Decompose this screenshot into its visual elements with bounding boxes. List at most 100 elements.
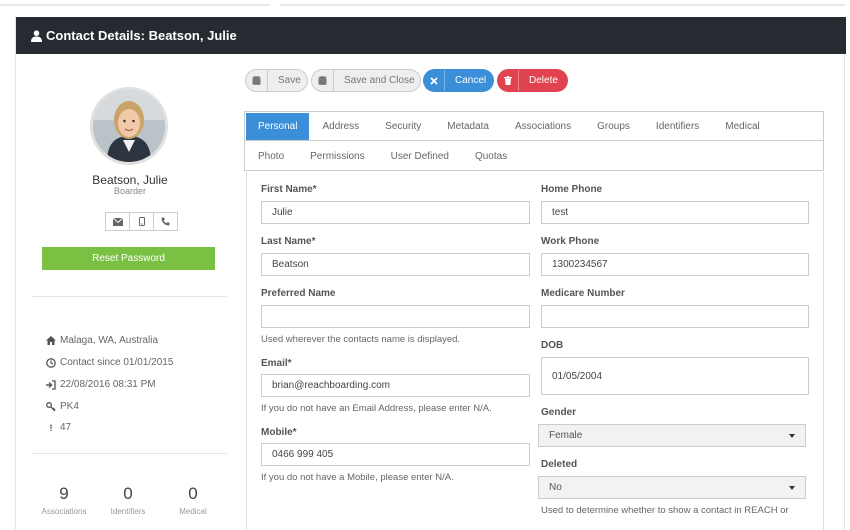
stat-value: 0 <box>188 484 198 503</box>
gender-value: Female <box>549 430 583 441</box>
phone-button[interactable] <box>153 212 178 231</box>
deleted-help: Used to determine whether to show a cont… <box>541 505 789 516</box>
tab-address[interactable]: Address <box>309 113 372 140</box>
key-row: PK4 <box>46 401 79 412</box>
id-row: ! 47 <box>46 422 72 433</box>
home-phone-label: Home Phone <box>541 184 603 195</box>
contact-details-panel: Contact Details: Beatson, Julie Beatson,… <box>15 17 846 530</box>
contact-since-text: Contact since 01/01/2015 <box>60 357 174 368</box>
save-label: Save <box>278 75 301 86</box>
last-name-field[interactable]: Beatson <box>261 253 530 276</box>
page-title: Contact Details: Beatson, Julie <box>46 28 237 43</box>
stat-value: 0 <box>123 484 133 503</box>
first-name-field[interactable]: Julie <box>261 201 530 224</box>
close-icon <box>423 70 445 91</box>
contact-since-row: Contact since 01/01/2015 <box>46 357 173 368</box>
sign-in-icon <box>46 379 56 390</box>
deleted-value: No <box>549 482 562 493</box>
key-text: PK4 <box>60 401 79 412</box>
tab-medical[interactable]: Medical <box>712 113 772 140</box>
contact-actions <box>105 212 178 231</box>
cancel-label: Cancel <box>455 75 487 86</box>
database-icon <box>246 70 268 91</box>
divider <box>31 453 227 454</box>
email-field[interactable]: brian@reachboarding.com <box>261 374 530 397</box>
stat-medical: 0 Medical <box>163 484 223 516</box>
preferred-name-help: Used wherever the contacts name is displ… <box>261 334 461 345</box>
user-icon <box>31 29 42 42</box>
medicare-field[interactable] <box>541 305 809 328</box>
page: Contact Details: Beatson, Julie Beatson,… <box>0 0 850 530</box>
divider <box>31 296 227 297</box>
profile-sidebar: Beatson, Julie Boarder Reset Password Ma… <box>16 54 244 530</box>
tab-metadata[interactable]: Metadata <box>434 113 502 140</box>
exclamation-icon: ! <box>49 422 53 433</box>
dob-label: DOB <box>541 340 564 351</box>
location-row: Malaga, WA, Australia <box>46 335 158 346</box>
gender-label: Gender <box>541 407 577 418</box>
panel-header: Contact Details: Beatson, Julie <box>16 17 846 54</box>
last-login-row: 22/08/2016 08:31 PM <box>46 379 156 390</box>
stat-label: Identifiers <box>110 507 146 516</box>
mobile-field[interactable]: 0466 999 405 <box>261 443 530 466</box>
preferred-name-field[interactable] <box>261 305 530 328</box>
delete-label: Delete <box>529 75 558 86</box>
work-phone-label: Work Phone <box>541 236 600 247</box>
stat-value: 9 <box>59 484 69 503</box>
phone-icon <box>161 217 170 226</box>
medicare-label: Medicare Number <box>541 288 625 299</box>
caret-down-icon <box>789 434 795 438</box>
tab-permissions[interactable]: Permissions <box>297 143 377 170</box>
delete-button[interactable]: Delete <box>497 69 568 92</box>
work-phone-field[interactable]: 1300234567 <box>541 253 809 276</box>
tab-identifiers[interactable]: Identifiers <box>643 113 712 140</box>
first-name-label: First Name* <box>261 184 317 195</box>
preferred-name-label: Preferred Name <box>261 288 336 299</box>
tab-security[interactable]: Security <box>372 113 434 140</box>
tab-associations[interactable]: Associations <box>502 113 584 140</box>
caret-down-icon <box>789 486 795 490</box>
personal-form: First Name* Julie Last Name* Beatson Pre… <box>246 172 824 530</box>
deleted-select[interactable]: No <box>538 476 806 499</box>
envelope-icon <box>112 217 123 226</box>
stat-label: Associations <box>41 507 87 516</box>
tab-personal[interactable]: Personal <box>246 112 310 140</box>
trash-icon <box>497 70 519 91</box>
tab-groups[interactable]: Groups <box>584 113 643 140</box>
profile-name: Beatson, Julie <box>92 173 168 187</box>
stat-associations: 9 Associations <box>34 484 94 516</box>
email-button[interactable] <box>105 212 130 231</box>
mobile-label: Mobile* <box>261 427 297 438</box>
gender-select[interactable]: Female <box>538 424 806 447</box>
tab-quotas[interactable]: Quotas <box>462 143 520 170</box>
mobile-icon <box>138 217 145 226</box>
clock-icon <box>46 357 56 368</box>
mobile-button[interactable] <box>129 212 154 231</box>
cancel-button[interactable]: Cancel <box>423 69 494 92</box>
save-and-close-label: Save and Close <box>344 75 415 86</box>
top-strip <box>0 0 850 16</box>
profile-role: Boarder <box>113 186 147 196</box>
database-icon <box>312 70 334 91</box>
stat-identifiers: 0 Identifiers <box>98 484 158 516</box>
tab-user-defined[interactable]: User Defined <box>378 143 462 170</box>
tab-row: Photo Permissions User Defined Quotas <box>245 142 823 171</box>
email-help: If you do not have an Email Address, ple… <box>261 403 492 414</box>
save-button[interactable]: Save <box>245 69 308 92</box>
last-name-label: Last Name* <box>261 236 316 247</box>
reset-password-button[interactable]: Reset Password <box>42 247 215 270</box>
id-text: 47 <box>60 422 72 433</box>
tab-row: Personal Address Security Metadata Assoc… <box>245 112 823 141</box>
tab-photo[interactable]: Photo <box>245 143 297 170</box>
avatar-photo <box>93 90 165 162</box>
home-icon <box>46 336 56 346</box>
tab-bar: Personal Address Security Metadata Assoc… <box>244 111 824 171</box>
dob-field[interactable]: 01/05/2004 <box>541 357 809 395</box>
home-phone-field[interactable]: test <box>541 201 809 224</box>
location-text: Malaga, WA, Australia <box>60 335 159 346</box>
save-and-close-button[interactable]: Save and Close <box>311 69 421 92</box>
avatar <box>90 87 168 165</box>
mobile-help: If you do not have a Mobile, please ente… <box>261 472 454 483</box>
key-icon <box>46 401 56 412</box>
stat-label: Medical <box>179 507 207 516</box>
